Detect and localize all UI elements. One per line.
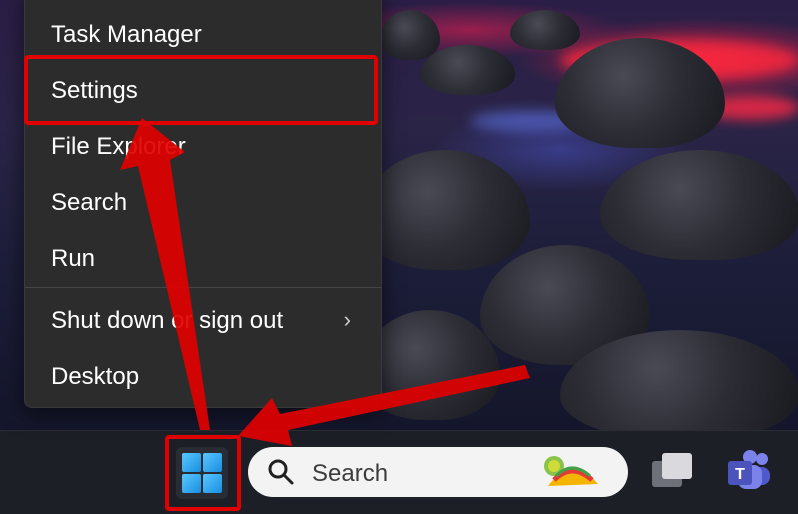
menu-item-label: Run [51, 245, 96, 272]
task-view-icon[interactable] [648, 449, 698, 495]
menu-item-label: Task Manager [51, 21, 202, 48]
search-icon [268, 459, 294, 485]
menu-item-desktop[interactable]: Desktop [25, 354, 381, 400]
start-button-highlight [165, 435, 241, 511]
teams-icon[interactable]: T [724, 449, 774, 495]
menu-item-shut-down[interactable]: Shut down or sign out › [25, 298, 381, 344]
menu-item-run[interactable]: Run [25, 236, 381, 282]
search-placeholder: Search [312, 460, 389, 487]
menu-item-label: Search [51, 189, 128, 216]
menu-item-task-manager[interactable]: Task Manager [25, 12, 381, 58]
taskbar-search-box[interactable]: Search [248, 447, 628, 497]
menu-item-label: File Explorer [51, 133, 186, 160]
taco-icon [544, 456, 598, 486]
settings-highlight [24, 55, 378, 125]
taskbar: Search T [0, 430, 798, 514]
menu-item-search[interactable]: Search [25, 180, 381, 226]
menu-divider [25, 287, 381, 288]
menu-item-file-explorer[interactable]: File Explorer [25, 124, 381, 170]
menu-item-label: Shut down or sign out [51, 307, 284, 334]
svg-text:T: T [735, 466, 745, 483]
chevron-right-icon: › [343, 307, 351, 332]
menu-item-label: Desktop [51, 363, 140, 390]
